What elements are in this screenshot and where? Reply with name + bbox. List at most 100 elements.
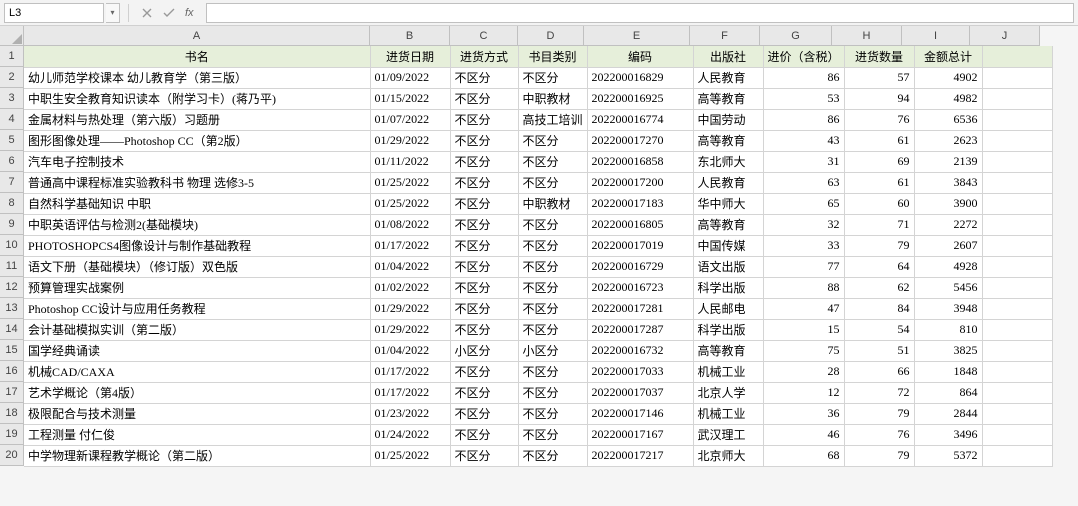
cell[interactable]: 小区分 xyxy=(518,340,587,361)
cell[interactable] xyxy=(982,235,1052,256)
cell[interactable]: 中职教材 xyxy=(518,88,587,109)
cell[interactable]: 64 xyxy=(844,256,914,277)
cell[interactable]: 62 xyxy=(844,277,914,298)
cell[interactable]: 77 xyxy=(763,256,844,277)
cell[interactable]: 01/04/2022 xyxy=(370,256,450,277)
cell[interactable]: 3496 xyxy=(914,424,982,445)
name-box-dropdown[interactable]: ▾ xyxy=(106,3,120,23)
row-header-20[interactable]: 20 xyxy=(0,445,24,466)
cell[interactable]: 01/23/2022 xyxy=(370,403,450,424)
cell[interactable]: 202200017146 xyxy=(587,403,693,424)
cell[interactable]: 不区分 xyxy=(450,298,518,319)
cell[interactable]: 69 xyxy=(844,151,914,172)
column-header-A[interactable]: A xyxy=(24,26,370,46)
cell[interactable]: 预算管理实战案例 xyxy=(24,277,370,298)
cell[interactable]: 61 xyxy=(844,130,914,151)
cell[interactable]: 202200016774 xyxy=(587,109,693,130)
cell[interactable]: 书名 xyxy=(24,46,370,67)
name-box[interactable]: L3 xyxy=(4,3,104,23)
cell[interactable]: 不区分 xyxy=(450,130,518,151)
cell[interactable]: 不区分 xyxy=(450,382,518,403)
cell[interactable]: 88 xyxy=(763,277,844,298)
cell[interactable]: 01/25/2022 xyxy=(370,193,450,214)
cell[interactable]: 进价（含税） xyxy=(763,46,844,67)
cell[interactable]: 北京人学 xyxy=(693,382,763,403)
cell[interactable]: 01/29/2022 xyxy=(370,298,450,319)
cell[interactable]: 36 xyxy=(763,403,844,424)
cell[interactable]: 31 xyxy=(763,151,844,172)
cell[interactable]: 不区分 xyxy=(518,130,587,151)
cell[interactable]: 1848 xyxy=(914,361,982,382)
cell[interactable]: 华中师大 xyxy=(693,193,763,214)
cell[interactable]: 不区分 xyxy=(518,172,587,193)
column-header-B[interactable]: B xyxy=(370,26,450,46)
cell[interactable] xyxy=(982,382,1052,403)
cell[interactable]: 12 xyxy=(763,382,844,403)
cell[interactable]: 不区分 xyxy=(450,88,518,109)
cell[interactable]: 会计基础模拟实训（第二版） xyxy=(24,319,370,340)
row-header-16[interactable]: 16 xyxy=(0,361,24,382)
row-header-18[interactable]: 18 xyxy=(0,403,24,424)
cell[interactable]: 人民教育 xyxy=(693,67,763,88)
cell[interactable]: 不区分 xyxy=(518,151,587,172)
formula-bar-input[interactable] xyxy=(206,3,1074,23)
row-header-14[interactable]: 14 xyxy=(0,319,24,340)
cell[interactable]: 高等教育 xyxy=(693,130,763,151)
cell[interactable]: 84 xyxy=(844,298,914,319)
cell[interactable]: 202200017037 xyxy=(587,382,693,403)
cell[interactable]: 54 xyxy=(844,319,914,340)
cell[interactable]: 不区分 xyxy=(450,67,518,88)
cell[interactable]: 66 xyxy=(844,361,914,382)
cell[interactable]: 北京师大 xyxy=(693,445,763,466)
cell[interactable]: 5372 xyxy=(914,445,982,466)
cell[interactable]: 3900 xyxy=(914,193,982,214)
select-all-corner[interactable] xyxy=(0,26,24,46)
column-header-I[interactable]: I xyxy=(902,26,970,46)
cell[interactable]: 艺术学概论（第4版） xyxy=(24,382,370,403)
cell[interactable]: 不区分 xyxy=(450,256,518,277)
cell[interactable]: 4928 xyxy=(914,256,982,277)
cell[interactable]: 不区分 xyxy=(518,67,587,88)
cell[interactable] xyxy=(982,298,1052,319)
cell[interactable]: 机械工业 xyxy=(693,361,763,382)
cell[interactable]: 高等教育 xyxy=(693,214,763,235)
cell[interactable]: 2844 xyxy=(914,403,982,424)
cell[interactable]: 不区分 xyxy=(518,256,587,277)
column-header-E[interactable]: E xyxy=(584,26,690,46)
cell[interactable]: 76 xyxy=(844,424,914,445)
cell[interactable]: 202200017033 xyxy=(587,361,693,382)
cell[interactable]: 中国劳动 xyxy=(693,109,763,130)
cell[interactable]: 人民教育 xyxy=(693,172,763,193)
row-header-9[interactable]: 9 xyxy=(0,214,24,235)
column-header-C[interactable]: C xyxy=(450,26,518,46)
cell[interactable]: 不区分 xyxy=(450,277,518,298)
cell[interactable]: 进货日期 xyxy=(370,46,450,67)
cell[interactable] xyxy=(982,151,1052,172)
row-header-13[interactable]: 13 xyxy=(0,298,24,319)
cell[interactable]: 不区分 xyxy=(518,403,587,424)
cell[interactable]: 东北师大 xyxy=(693,151,763,172)
cell[interactable]: 202200017019 xyxy=(587,235,693,256)
cell[interactable]: 不区分 xyxy=(518,382,587,403)
cell[interactable]: PHOTOSHOPCS4图像设计与制作基础教程 xyxy=(24,235,370,256)
cell[interactable]: 75 xyxy=(763,340,844,361)
fx-label[interactable]: fx xyxy=(185,7,194,19)
cell[interactable]: 01/17/2022 xyxy=(370,235,450,256)
cell[interactable]: 中职教材 xyxy=(518,193,587,214)
cell[interactable] xyxy=(982,403,1052,424)
cell[interactable]: 202200016723 xyxy=(587,277,693,298)
cell[interactable]: 高等教育 xyxy=(693,88,763,109)
cell[interactable]: Photoshop CC设计与应用任务教程 xyxy=(24,298,370,319)
cell[interactable]: 科学出版 xyxy=(693,319,763,340)
cell[interactable] xyxy=(982,172,1052,193)
cell[interactable]: 28 xyxy=(763,361,844,382)
cell[interactable]: 01/04/2022 xyxy=(370,340,450,361)
cell[interactable]: 15 xyxy=(763,319,844,340)
cell[interactable]: 79 xyxy=(844,235,914,256)
cell[interactable]: 3843 xyxy=(914,172,982,193)
row-header-1[interactable]: 1 xyxy=(0,46,24,67)
cell[interactable]: 机械工业 xyxy=(693,403,763,424)
cell[interactable]: 51 xyxy=(844,340,914,361)
cell[interactable]: 中职生安全教育知识读本（附学习卡）(蒋乃平) xyxy=(24,88,370,109)
row-header-5[interactable]: 5 xyxy=(0,130,24,151)
